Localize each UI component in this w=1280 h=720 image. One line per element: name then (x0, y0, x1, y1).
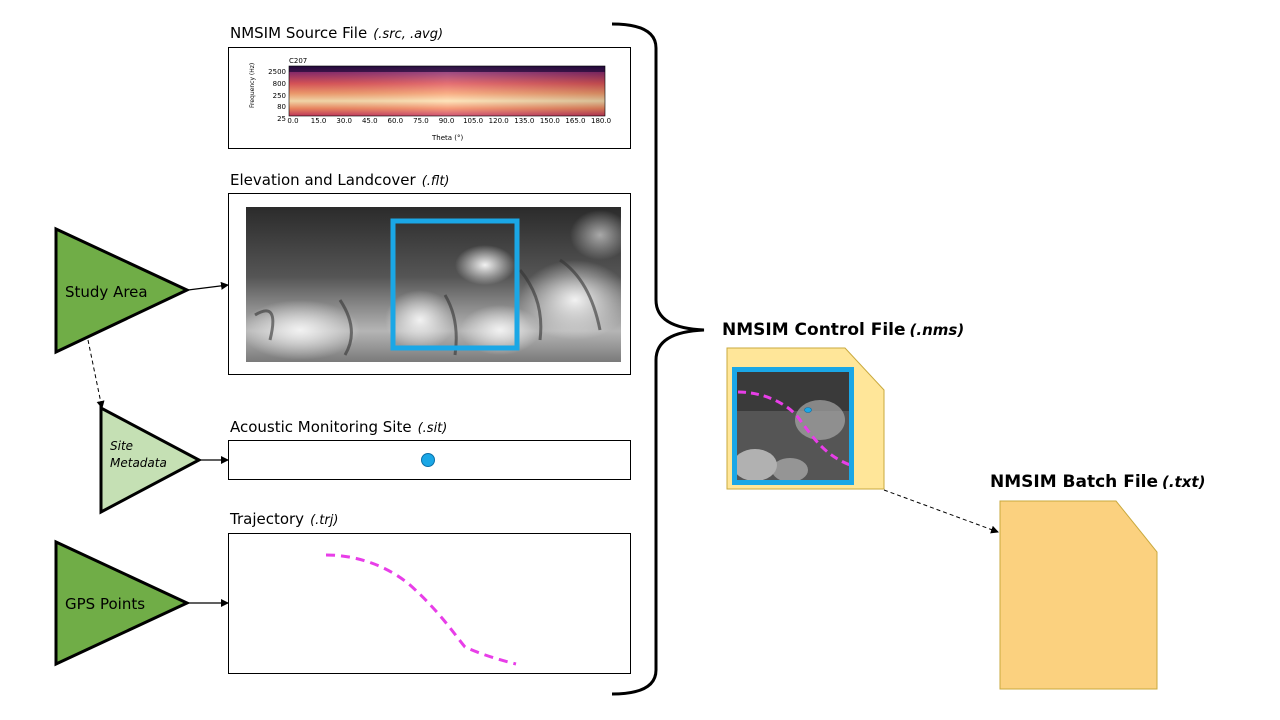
spectrogram-x-tick: 165.0 (565, 117, 586, 125)
spectrogram-x-tick: 105.0 (463, 117, 484, 125)
spectrogram-y-tick: 250 (272, 92, 286, 100)
spectrogram-ylabel: Frequency (Hz) (249, 62, 256, 108)
spectrogram-x-tick: 120.0 (488, 117, 509, 125)
spectrogram-x-tick: 15.0 (310, 117, 327, 125)
spectrogram-x-tick: 30.0 (336, 117, 352, 125)
arrow-study-to-metadata (87, 339, 105, 409)
gps-points-label: GPS Points (65, 595, 146, 613)
elevation-title: Elevation and Landcover (.flt) (230, 171, 450, 189)
batch-file-document (999, 500, 1158, 690)
spectrogram-label: C207 (289, 57, 308, 65)
elevation-panel (228, 193, 631, 375)
arrow-study-to-elevation (187, 281, 229, 291)
spectrogram-x-tick: 0.0 (287, 117, 299, 125)
spectrogram-x-tick: 180.0 (591, 117, 612, 125)
spectrogram-y-tick: 800 (272, 80, 286, 88)
site-metadata-line2: Metadata (110, 456, 167, 470)
spectrogram-x-tick: 90.0 (438, 117, 455, 125)
control-file-preview (736, 371, 850, 481)
study-area-label: Study Area (65, 283, 148, 301)
spectrogram-x-tick: 45.0 (361, 117, 378, 125)
batch-file-title: NMSIM Batch File (.txt) (990, 472, 1206, 492)
spectrogram-x-tick: 135.0 (514, 117, 535, 125)
spectrogram-xlabel: Theta (°) (432, 134, 464, 142)
diagram-canvas (54, 22, 1158, 696)
site-metadata-line1: Site (110, 439, 134, 453)
trajectory-title: Trajectory (.trj) (230, 510, 339, 528)
site-panel (228, 440, 631, 480)
spectrogram-y-tick: 2500 (268, 68, 286, 76)
spectrogram-x-tick: 75.0 (413, 117, 429, 125)
spectrogram-x-tick: 60.0 (387, 117, 404, 125)
spectrogram-x-tick: 150.0 (539, 117, 560, 125)
arrow-control-to-batch (883, 489, 999, 534)
control-file-title: NMSIM Control File (.nms) (722, 320, 965, 340)
source-file-title: NMSIM Source File (.src, .avg) (230, 24, 444, 42)
trajectory-panel (228, 533, 631, 674)
site-title: Acoustic Monitoring Site (.sit) (230, 418, 448, 436)
spectrogram-y-tick: 80 (277, 103, 286, 111)
site-metadata-label: Site Metadata (110, 438, 167, 472)
